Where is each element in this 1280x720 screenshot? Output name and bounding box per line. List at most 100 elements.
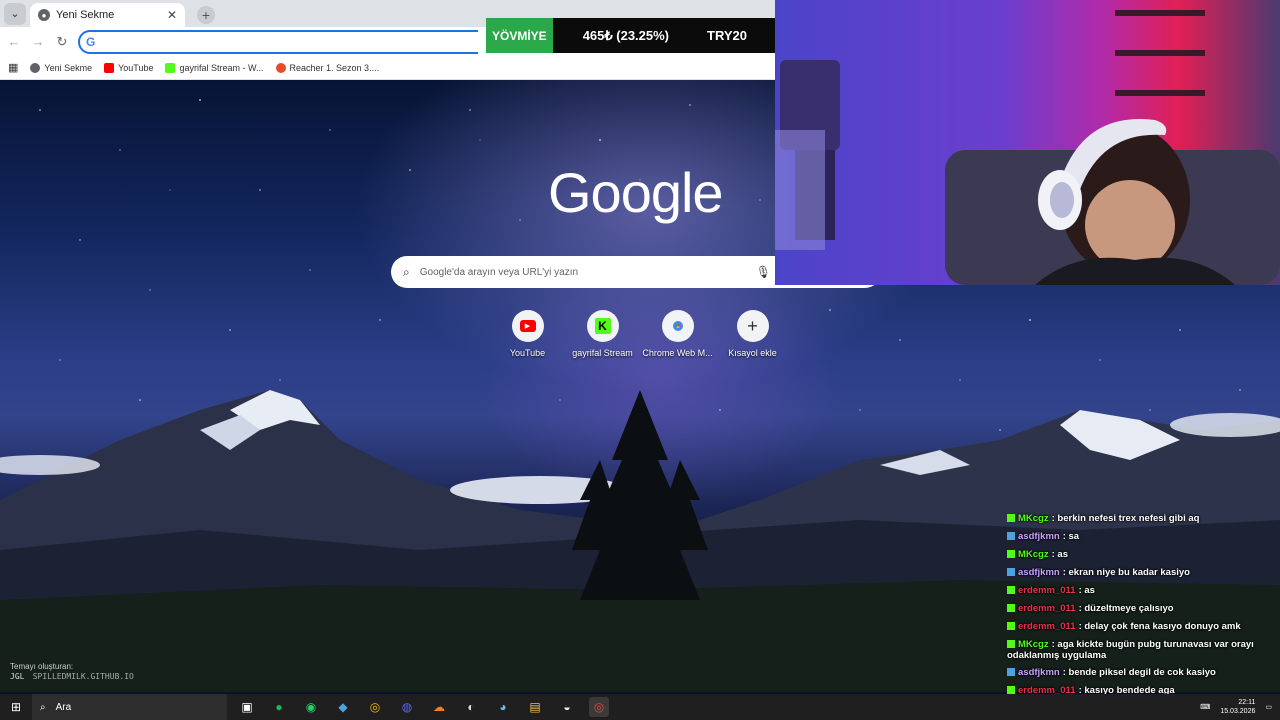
chat-message: asdfjkmn: bende piksel degil de cok kasi… xyxy=(1007,664,1269,682)
chrome-web-store-icon xyxy=(669,318,686,334)
bookmark-item[interactable]: Yeni Sekme xyxy=(30,62,92,73)
shortcut-tile xyxy=(661,310,694,342)
tab-search-button[interactable]: ⌄ xyxy=(4,2,26,25)
chat-message: erdemm_011: düzeltmeye çalısıyo xyxy=(1007,600,1269,618)
new-tab-button[interactable]: + xyxy=(197,6,215,24)
shortcut-add[interactable]: + Kısayol ekle xyxy=(725,310,780,358)
clock[interactable]: 22:11 15.03.2026 xyxy=(1220,698,1255,716)
youtube-icon: ▶ xyxy=(519,320,536,332)
chat-badge-icon xyxy=(1007,532,1015,540)
keyboard-icon[interactable]: ⌨ xyxy=(1200,703,1210,711)
chat-text: : ekran niye bu kadar kasiyo xyxy=(1062,567,1190,578)
bookmarks-bar: ▦ Yeni Sekme YouTube gayrifal Stream - W… xyxy=(0,56,775,80)
chat-text: : berkin nefesi trex nefesi gibi aq xyxy=(1051,513,1200,524)
search-icon: ⌕ xyxy=(40,701,46,713)
ticker-label: YÖVMİYE xyxy=(486,18,553,53)
chat-badge-icon xyxy=(1007,568,1015,576)
theme-author: JGL xyxy=(10,672,25,681)
chat-username: erdemm_011 xyxy=(1018,621,1076,632)
shortcut-tile: K xyxy=(586,310,619,342)
shortcut-chrome-web-store[interactable]: Chrome Web M... xyxy=(642,310,713,358)
chrome-icon xyxy=(30,62,41,73)
shortcut-label: gayrifal Stream xyxy=(572,348,633,358)
tab-new-tab[interactable]: ● Yeni Sekme ✕ xyxy=(30,3,185,27)
chat-username: erdemm_011 xyxy=(1018,603,1076,614)
bookmark-item[interactable]: gayrifal Stream - W... xyxy=(165,62,264,73)
shortcut-label: YouTube xyxy=(509,348,546,358)
back-arrow-icon[interactable]: ← xyxy=(6,34,22,49)
chat-text: : sa xyxy=(1062,531,1080,542)
chat-badge-icon xyxy=(1007,604,1015,612)
chat-message: erdemm_011: delay çok fena kasıyo donuyo… xyxy=(1007,618,1269,636)
notification-icon[interactable]: ▭ xyxy=(1265,703,1272,711)
theme-credit-link[interactable]: JGL SPILLEDMILK.GITHUB.IO xyxy=(10,672,134,682)
obs-icon[interactable]: ◐ xyxy=(461,697,481,717)
kick-icon: K xyxy=(594,318,611,334)
steam-icon[interactable]: ◕ xyxy=(493,697,513,717)
chat-badge-icon xyxy=(1007,550,1015,558)
ticker-value: 465₺ (23.25%) xyxy=(582,27,670,43)
taskbar: ⊞ ⌕ Ara ▣ ● ◉ ◆ ◎ ◍ ☁ ◐ ◕ ▤ ◒ ◎ ⌨ 22:11 … xyxy=(0,694,1280,720)
address-bar[interactable]: G xyxy=(78,29,478,54)
app-icon[interactable]: ◒ xyxy=(557,697,577,717)
chrome-icon[interactable]: ◎ xyxy=(589,697,609,717)
app-icon[interactable]: ◆ xyxy=(333,697,353,717)
chat-overlay: MKcgz: berkin nefesi trex nefesi gibi aq… xyxy=(1007,510,1269,718)
chat-username: erdemm_011 xyxy=(1018,585,1076,596)
shortcut-label: Chrome Web M... xyxy=(642,348,713,358)
chat-username: MKcgz xyxy=(1018,549,1049,560)
file-explorer-icon[interactable]: ▤ xyxy=(525,697,545,717)
shortcut-youtube[interactable]: ▶ YouTube xyxy=(500,310,555,358)
discord-icon[interactable]: ◍ xyxy=(397,697,417,717)
taskbar-search[interactable]: ⌕ Ara xyxy=(32,694,227,720)
tab-title: Yeni Sekme xyxy=(56,9,115,21)
chat-username: asdfjkmn xyxy=(1018,531,1060,542)
chrome-icon[interactable]: ◎ xyxy=(365,697,385,717)
forward-arrow-icon[interactable]: → xyxy=(30,34,46,49)
taskbar-apps: ▣ ● ◉ ◆ ◎ ◍ ☁ ◐ ◕ ▤ ◒ ◎ xyxy=(237,697,609,717)
kick-icon xyxy=(165,62,176,73)
chrome-icon: ● xyxy=(38,9,50,21)
apps-grid-icon[interactable]: ▦ xyxy=(8,61,18,74)
shortcut-label: Kısayol ekle xyxy=(728,348,777,358)
bookmark-favicon-icon xyxy=(275,62,286,73)
chat-message: MKcgz: aga kickte bugün pubg turunavası … xyxy=(1007,636,1269,664)
shortcuts-row: ▶ YouTube K gayrifal Stream Chrome Web M… xyxy=(500,310,780,358)
chat-badge-icon xyxy=(1007,640,1015,648)
google-g-icon: G xyxy=(86,34,96,49)
chat-badge-icon xyxy=(1007,668,1015,676)
google-logo: Google xyxy=(548,161,724,224)
chat-text: : bende piksel degil de cok kasiyo xyxy=(1062,667,1216,678)
reload-icon[interactable]: ↻ xyxy=(54,34,70,50)
chat-message: asdfjkmn: ekran niye bu kadar kasiyo xyxy=(1007,564,1269,582)
bookmark-item[interactable]: YouTube xyxy=(104,62,153,73)
microphone-icon[interactable]: 🎙 xyxy=(756,265,771,279)
search-icon: ⌕ xyxy=(403,264,410,279)
chat-username: MKcgz xyxy=(1018,513,1049,524)
system-tray: ⌨ 22:11 15.03.2026 ▭ xyxy=(1200,698,1272,716)
task-view-icon[interactable]: ▣ xyxy=(237,697,257,717)
shortcut-tile: + xyxy=(736,310,769,342)
chat-message: asdfjkmn: sa xyxy=(1007,528,1269,546)
windows-start-icon[interactable]: ⊞ xyxy=(0,700,32,714)
taskbar-search-label: Ara xyxy=(55,701,72,713)
cloud-app-icon[interactable]: ☁ xyxy=(429,697,449,717)
shortcut-kick[interactable]: K gayrifal Stream xyxy=(572,310,633,358)
whatsapp-icon[interactable]: ◉ xyxy=(301,697,321,717)
plus-icon: + xyxy=(747,315,758,336)
chat-message: MKcgz: berkin nefesi trex nefesi gibi aq xyxy=(1007,510,1269,528)
spotify-icon[interactable]: ● xyxy=(269,697,289,717)
theme-credit-label: Temayı oluşturan: xyxy=(10,662,74,671)
chat-message: MKcgz: as xyxy=(1007,546,1269,564)
clock-date: 15.03.2026 xyxy=(1220,708,1256,715)
chat-badge-icon xyxy=(1007,586,1015,594)
close-tab-icon[interactable]: ✕ xyxy=(167,8,177,22)
chat-text: : düzeltmeye çalısıyo xyxy=(1078,603,1174,614)
webcam-scene xyxy=(775,0,1280,285)
youtube-icon xyxy=(104,62,115,73)
chat-username: asdfjkmn xyxy=(1018,567,1060,578)
chat-username: asdfjkmn xyxy=(1018,667,1060,678)
chat-badge-icon xyxy=(1007,622,1015,630)
bookmark-item[interactable]: Reacher 1. Sezon 3.... xyxy=(275,62,379,73)
ticker-symbol: TRY20 xyxy=(707,28,747,43)
